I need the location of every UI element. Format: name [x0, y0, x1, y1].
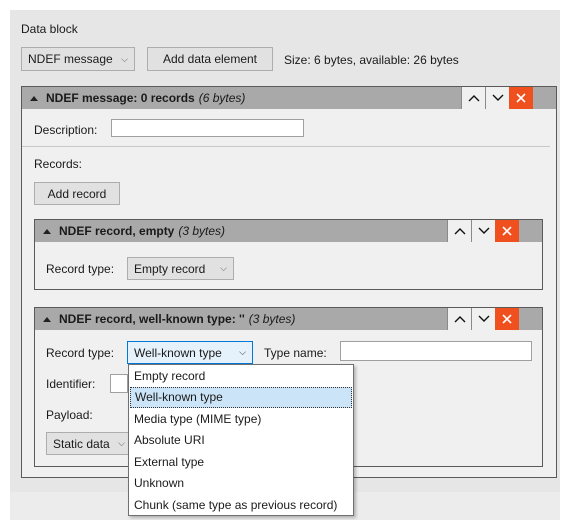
chevron-down-icon	[492, 94, 503, 101]
move-down-button[interactable]	[485, 87, 509, 109]
type-name-label: Type name:	[264, 346, 327, 360]
move-up-button[interactable]	[447, 308, 471, 330]
record-type-select[interactable]: Empty record ⌵	[127, 257, 234, 280]
chevron-up-icon	[454, 316, 465, 323]
move-up-button[interactable]	[447, 220, 471, 242]
payload-label: Payload:	[46, 408, 93, 422]
remove-button[interactable]	[509, 87, 533, 109]
divider	[22, 146, 550, 147]
collapse-triangle-icon[interactable]	[43, 316, 51, 322]
chevron-down-icon: ⌵	[220, 263, 227, 273]
data-block-type-value: NDEF message	[28, 52, 113, 66]
records-label: Records:	[34, 157, 83, 171]
dropdown-option-unknown[interactable]: Unknown	[129, 473, 353, 495]
description-input[interactable]	[111, 119, 304, 137]
chevron-down-icon: ⌵	[239, 347, 246, 357]
ndef-record-empty-panel: NDEF record, empty (3 bytes)	[34, 219, 543, 290]
record-wellknown-title: NDEF record, well-known type: ''	[59, 312, 245, 326]
ndef-message-bytes: (6 bytes)	[198, 91, 246, 105]
dropdown-option-media-type[interactable]: Media type (MIME type)	[129, 408, 353, 430]
chevron-up-icon	[468, 95, 479, 102]
payload-type-select[interactable]: Static data ⌵	[46, 432, 132, 455]
payload-type-value: Static data	[53, 436, 110, 451]
dropdown-option-external-type[interactable]: External type	[129, 451, 353, 473]
collapse-triangle-icon[interactable]	[43, 228, 51, 234]
dropdown-option-absolute-uri[interactable]: Absolute URI	[129, 430, 353, 452]
chevron-down-icon	[478, 315, 489, 322]
move-up-button[interactable]	[461, 87, 485, 109]
description-label: Description:	[34, 123, 98, 137]
remove-button[interactable]	[495, 308, 519, 330]
record-type-value: Empty record	[134, 261, 206, 276]
collapse-triangle-icon[interactable]	[30, 95, 38, 101]
move-down-button[interactable]	[471, 308, 495, 330]
remove-button[interactable]	[495, 220, 519, 242]
data-block-title: Data block	[21, 22, 78, 36]
move-down-button[interactable]	[471, 220, 495, 242]
identifier-input[interactable]	[110, 374, 128, 393]
record-type-dropdown: Empty record Well-known type Media type …	[128, 364, 354, 516]
record-empty-title: NDEF record, empty	[59, 224, 175, 238]
record-empty-bytes: (3 bytes)	[178, 224, 226, 238]
chevron-down-icon	[478, 227, 489, 234]
close-icon	[502, 226, 512, 236]
dropdown-option-well-known-type[interactable]: Well-known type	[130, 386, 352, 408]
add-record-button[interactable]: Add record	[34, 182, 120, 205]
ndef-message-title: NDEF message: 0 records	[46, 91, 195, 105]
chevron-down-icon: ⌵	[118, 438, 125, 448]
type-name-input[interactable]	[340, 341, 532, 361]
identifier-label: Identifier:	[46, 377, 96, 391]
record-type-value: Well-known type	[134, 345, 222, 360]
dropdown-option-chunk[interactable]: Chunk (same type as previous record)	[129, 494, 353, 516]
chevron-up-icon	[454, 228, 465, 235]
dropdown-option-empty-record[interactable]: Empty record	[129, 365, 353, 387]
record-wellknown-bytes: (3 bytes)	[248, 312, 296, 326]
add-data-element-button[interactable]: Add data element	[147, 47, 273, 71]
size-text: Size: 6 bytes, available: 26 bytes	[284, 53, 459, 67]
record-type-label: Record type:	[46, 262, 115, 276]
record-type-select[interactable]: Well-known type ⌵	[127, 341, 253, 364]
data-block-type-select[interactable]: NDEF message ⌵	[21, 47, 135, 71]
chevron-down-icon: ⌵	[121, 53, 128, 64]
close-icon	[516, 93, 526, 103]
close-icon	[502, 314, 512, 324]
record-type-label: Record type:	[46, 346, 115, 360]
